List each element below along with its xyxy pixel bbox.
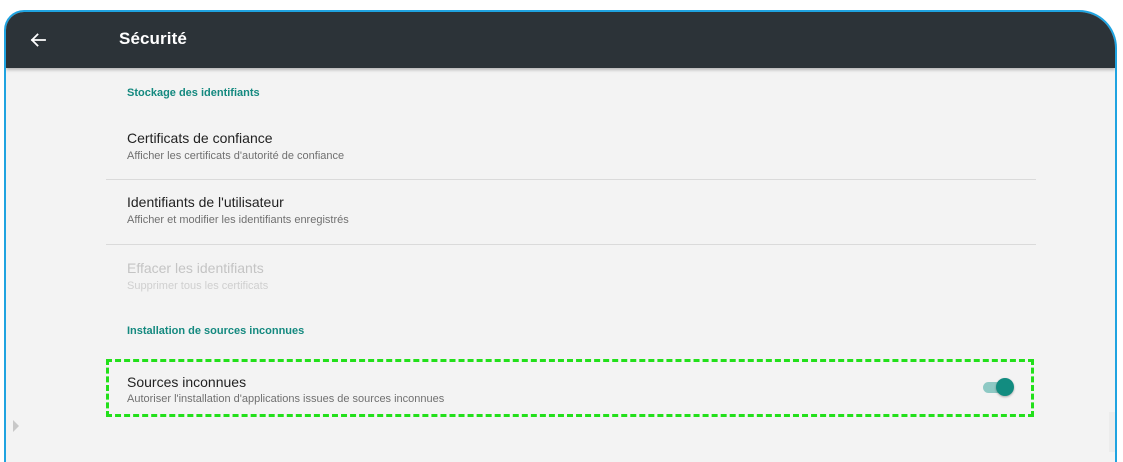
pref-summary: Supprimer tous les certificats xyxy=(127,280,269,292)
pref-title: Effacer les identifiants xyxy=(127,260,264,276)
chevron-right-icon[interactable] xyxy=(12,419,20,433)
divider xyxy=(106,244,1036,245)
pref-title: Sources inconnues xyxy=(127,374,247,390)
toggle-thumb xyxy=(996,378,1014,396)
pref-summary: Autoriser l'installation d'applications … xyxy=(127,393,445,405)
pref-unknown-sources[interactable]: Sources inconnues Autoriser l'installati… xyxy=(106,359,1036,417)
arrow-left-icon xyxy=(30,33,46,47)
divider xyxy=(106,179,1036,180)
pref-summary: Afficher les certificats d'autorité de c… xyxy=(127,150,345,162)
device-frame: Sécurité Stockage des identifiants Certi… xyxy=(4,10,1117,462)
pref-title: Identifiants de l'utilisateur xyxy=(127,194,284,210)
unknown-sources-toggle[interactable] xyxy=(981,377,1015,397)
back-button[interactable] xyxy=(22,24,54,56)
pref-summary: Afficher et modifier les identifiants en… xyxy=(127,214,349,226)
pref-trusted-certificates[interactable]: Certificats de confiance Afficher les ce… xyxy=(106,121,1036,179)
pref-user-credentials[interactable]: Identifiants de l'utilisateur Afficher e… xyxy=(106,185,1036,243)
scroll-edge xyxy=(1109,412,1115,452)
pref-title: Certificats de confiance xyxy=(127,130,273,146)
section-header-unknown-sources: Installation de sources inconnues xyxy=(127,325,305,337)
page-title: Sécurité xyxy=(119,29,187,48)
app-bar: Sécurité xyxy=(6,12,1115,68)
settings-list[interactable]: Stockage des identifiants Certificats de… xyxy=(6,68,1115,462)
section-header-credential-storage: Stockage des identifiants xyxy=(127,87,260,99)
pref-clear-credentials: Effacer les identifiants Supprimer tous … xyxy=(106,251,1036,309)
